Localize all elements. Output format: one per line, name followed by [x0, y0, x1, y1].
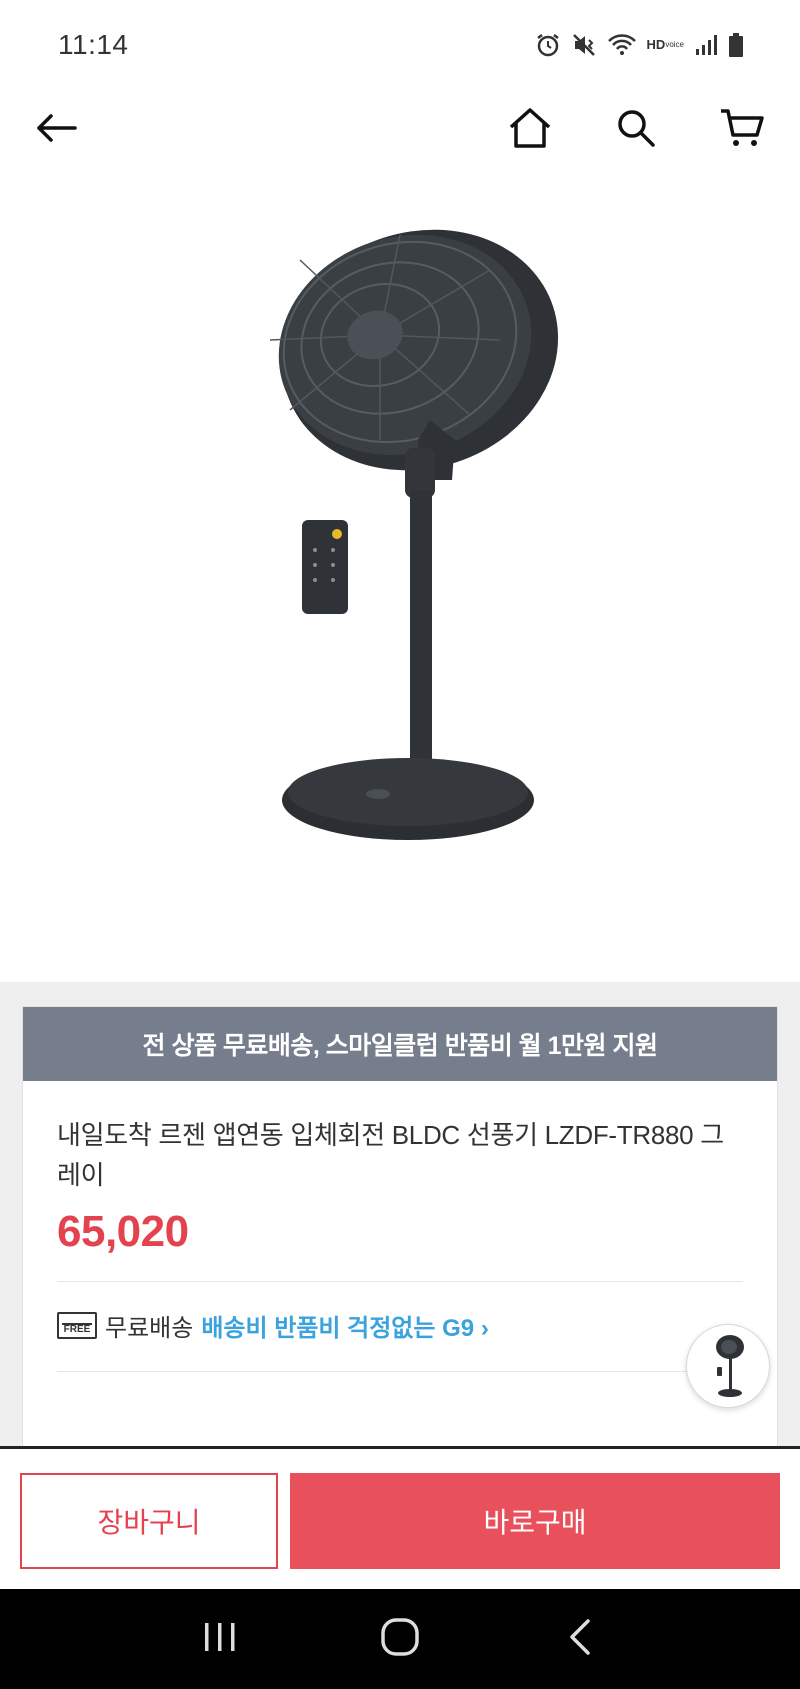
product-info-card: 전 상품 무료배송, 스마일클럽 반품비 월 1만원 지원 내일도착 르젠 앱연…	[22, 1006, 778, 1466]
product-price: 65,020	[57, 1207, 189, 1256]
search-button[interactable]	[608, 102, 664, 158]
back-nav-button[interactable]	[545, 1609, 615, 1669]
hd-voice-icon: HD voice	[646, 37, 684, 52]
fan-thumbnail-icon	[716, 1335, 744, 1397]
mute-vibrate-icon	[571, 32, 597, 58]
back-chevron-icon	[566, 1618, 594, 1661]
cart-icon	[719, 107, 765, 154]
free-shipping-icon: FREE	[57, 1312, 97, 1339]
recent-apps-icon	[202, 1621, 238, 1658]
buy-now-button[interactable]: 바로구매	[290, 1473, 780, 1569]
back-button[interactable]	[30, 104, 82, 156]
home-circle-icon	[380, 1617, 420, 1662]
product-image[interactable]	[0, 190, 800, 980]
shipping-label: 무료배송	[105, 1315, 194, 1342]
recent-apps-button[interactable]	[185, 1609, 255, 1669]
fan-illustration	[269, 229, 559, 840]
add-to-cart-button[interactable]: 장바구니	[20, 1473, 278, 1569]
cart-button[interactable]	[714, 102, 770, 158]
wifi-icon	[607, 32, 637, 58]
alarm-icon	[535, 32, 561, 58]
product-title: 내일도착 르젠 앱연동 입체회전 BLDC 선풍기 LZDF-TR880 그레이	[57, 1120, 724, 1190]
battery-icon	[728, 32, 744, 58]
hd-label: HD	[646, 37, 666, 52]
status-icons: HD voice	[535, 32, 744, 58]
status-bar: 11:14 HD voice	[0, 0, 800, 90]
promo-banner[interactable]: 전 상품 무료배송, 스마일클럽 반품비 월 1만원 지원	[23, 1007, 777, 1081]
back-arrow-icon	[35, 113, 77, 148]
home-button[interactable]	[502, 102, 558, 158]
home-icon	[508, 107, 552, 154]
g9-shipping-link[interactable]: 배송비 반품비 걱정없는 G9 ›	[201, 1308, 488, 1343]
divider	[57, 1371, 743, 1372]
system-nav-bar	[0, 1589, 800, 1689]
bottom-action-bar: 장바구니 바로구매	[0, 1446, 800, 1589]
status-time: 11:14	[58, 29, 129, 60]
app-bar	[0, 90, 800, 170]
floating-product-thumbnail[interactable]	[686, 1324, 770, 1408]
search-icon	[616, 108, 656, 153]
signal-icon	[694, 33, 718, 57]
home-nav-button[interactable]	[365, 1609, 435, 1669]
shipping-row: FREE 무료배송 배송비 반품비 걱정없는 G9 ›	[23, 1282, 777, 1343]
voice-label: voice	[665, 40, 684, 49]
